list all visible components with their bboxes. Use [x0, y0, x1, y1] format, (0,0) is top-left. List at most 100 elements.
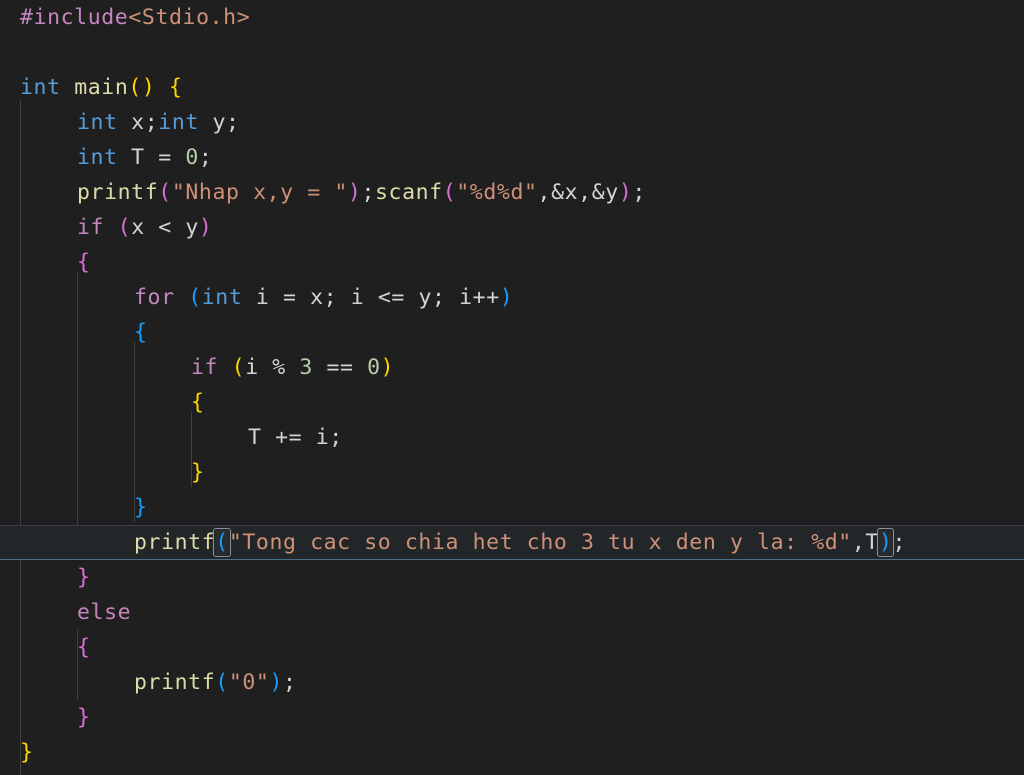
- code-token: int: [20, 75, 61, 100]
- code-token: 0: [367, 355, 381, 380]
- code-token: +=: [275, 425, 303, 450]
- code-token: (: [158, 180, 172, 205]
- code-token: T: [865, 530, 879, 555]
- code-token: (: [128, 75, 142, 100]
- code-token: <Stdio.h>: [128, 5, 251, 30]
- code-token: for: [134, 285, 175, 310]
- code-token: ;: [432, 285, 446, 310]
- code-token: %: [272, 355, 286, 380]
- code-token: printf: [134, 530, 216, 555]
- code-token: ): [380, 355, 395, 380]
- code-line[interactable]: int main() {: [0, 70, 1024, 105]
- code-line[interactable]: for (int i = x; i <= y; i++): [0, 280, 1024, 315]
- code-token: else: [77, 600, 132, 625]
- code-line[interactable]: [0, 35, 1024, 70]
- code-text-area[interactable]: #include<Stdio.h> int main() {int x;int …: [0, 0, 1024, 770]
- code-token: ;: [323, 285, 338, 310]
- code-token: int: [77, 110, 118, 135]
- code-token: ): [141, 75, 156, 100]
- code-line[interactable]: printf("0");: [0, 665, 1024, 700]
- code-token: ++: [472, 285, 500, 310]
- code-token: printf: [134, 670, 216, 695]
- code-token: "Tong cac so chia het cho 3 tu x den y l…: [228, 530, 852, 555]
- code-line[interactable]: #include<Stdio.h>: [0, 0, 1024, 35]
- code-token: ;: [283, 670, 297, 695]
- code-token: (: [188, 285, 202, 310]
- code-token: ;: [892, 530, 907, 555]
- code-line[interactable]: }: [0, 455, 1024, 490]
- code-token: "Nhap x,y = ": [171, 180, 348, 205]
- code-line[interactable]: }: [0, 700, 1024, 735]
- code-line-current[interactable]: printf("Tong cac so chia het cho 3 tu x …: [0, 525, 1024, 560]
- code-token: scanf: [374, 180, 443, 205]
- code-token: int: [158, 110, 199, 135]
- code-line[interactable]: {: [0, 630, 1024, 665]
- code-line[interactable]: if (i % 3 == 0): [0, 350, 1024, 385]
- code-line[interactable]: else: [0, 595, 1024, 630]
- code-token: i: [302, 425, 330, 450]
- code-token: x: [296, 285, 324, 310]
- code-token: i: [337, 285, 378, 310]
- code-token: }: [20, 740, 34, 765]
- bracket-match-highlight: ): [877, 528, 895, 557]
- code-token: ): [618, 180, 633, 205]
- code-token: T: [248, 425, 276, 450]
- code-line[interactable]: }: [0, 560, 1024, 595]
- code-token: 0: [185, 145, 199, 170]
- code-line[interactable]: }: [0, 490, 1024, 525]
- bracket-match-highlight: (: [213, 528, 231, 557]
- code-token: (: [215, 670, 229, 695]
- code-token: {: [134, 320, 148, 345]
- code-token: i: [445, 285, 473, 310]
- code-token: ;: [198, 145, 213, 170]
- code-token: if: [191, 355, 219, 380]
- code-token: y: [171, 215, 199, 240]
- code-line[interactable]: {: [0, 385, 1024, 420]
- code-token: ): [499, 285, 514, 310]
- code-token: =: [158, 145, 172, 170]
- code-line[interactable]: {: [0, 245, 1024, 280]
- code-token: =: [283, 285, 297, 310]
- code-line[interactable]: }: [0, 735, 1024, 770]
- code-token: "%d%d": [456, 180, 538, 205]
- code-token: x: [117, 110, 145, 135]
- code-token: (: [117, 215, 132, 240]
- code-token: ,: [578, 180, 592, 205]
- code-token: ,: [851, 530, 866, 555]
- code-token: {: [169, 75, 183, 100]
- code-token: {: [191, 390, 205, 415]
- code-editor[interactable]: #include<Stdio.h> int main() {int x;int …: [0, 0, 1024, 775]
- code-token: <=: [377, 285, 405, 310]
- code-token: i: [242, 285, 284, 310]
- code-token: {: [77, 635, 91, 660]
- code-token: ;: [632, 180, 646, 205]
- code-token: i: [245, 355, 273, 380]
- code-token: }: [77, 565, 91, 590]
- code-token: }: [134, 495, 148, 520]
- code-token: (: [442, 180, 457, 205]
- code-line[interactable]: {: [0, 315, 1024, 350]
- code-token: "0": [228, 670, 270, 695]
- code-token: ): [198, 215, 213, 240]
- code-line[interactable]: int x;int y;: [0, 105, 1024, 140]
- code-token: x: [131, 215, 159, 240]
- code-line[interactable]: T += i;: [0, 420, 1024, 455]
- code-token: ;: [361, 180, 375, 205]
- code-line[interactable]: printf("Nhap x,y = ");scanf("%d%d",&x,&y…: [0, 175, 1024, 210]
- code-token: ;: [226, 110, 240, 135]
- code-token: int: [201, 285, 243, 310]
- code-token: main: [74, 75, 129, 100]
- code-line[interactable]: if (x < y): [0, 210, 1024, 245]
- code-token: y: [198, 110, 227, 135]
- code-token: ): [347, 180, 362, 205]
- code-token: <: [158, 215, 172, 240]
- code-token: #include: [20, 5, 129, 30]
- code-token: }: [191, 460, 205, 485]
- code-line[interactable]: int T = 0;: [0, 140, 1024, 175]
